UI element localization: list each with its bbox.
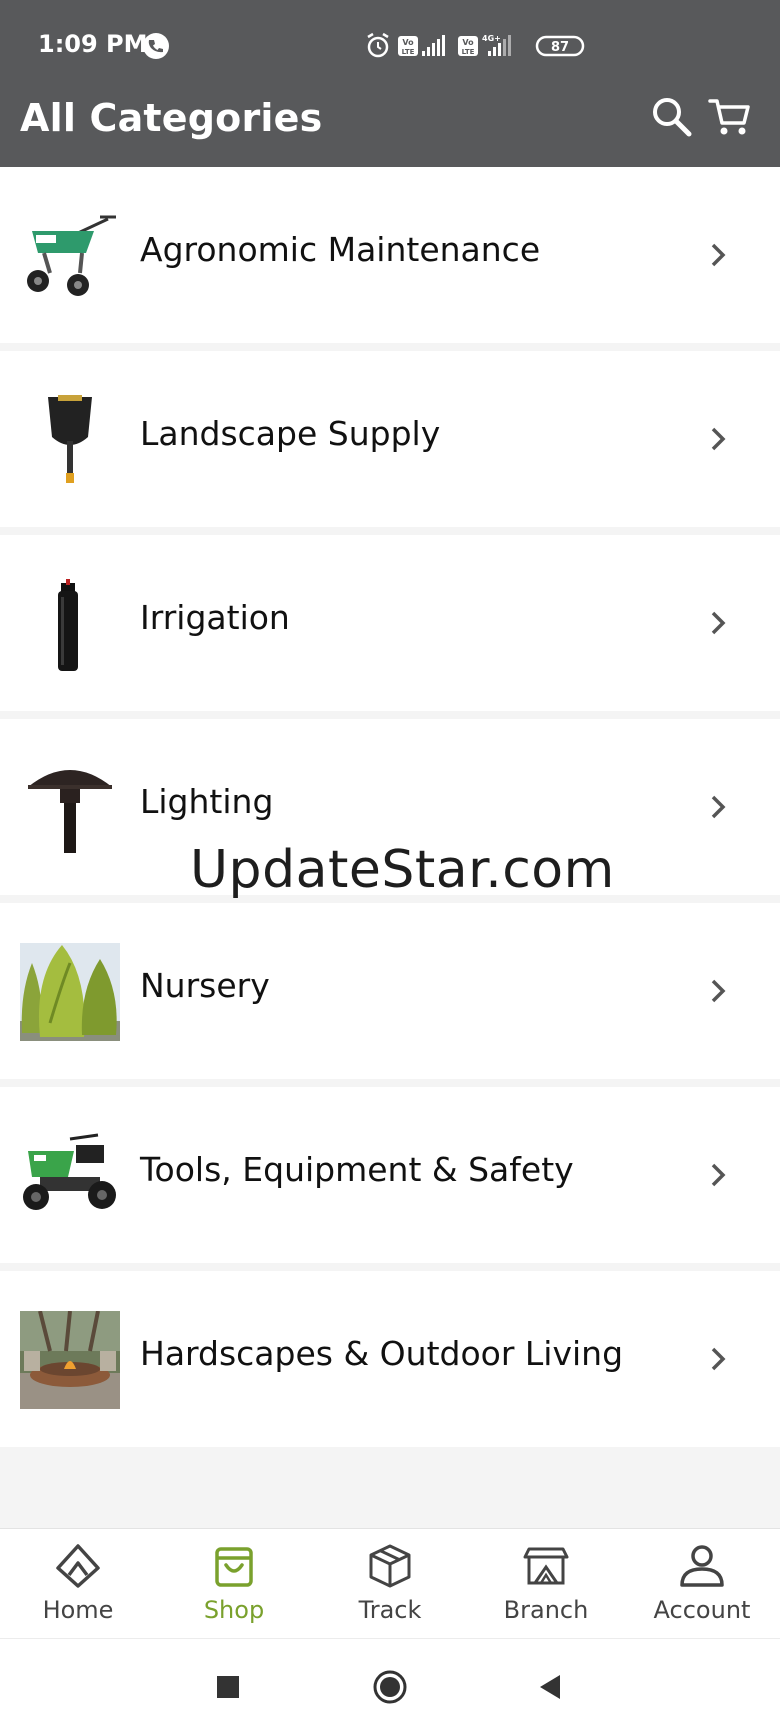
svg-text:Vo: Vo [462,38,474,47]
category-row-agronomic-maintenance[interactable]: Agronomic Maintenance [0,167,780,343]
nav-shop[interactable]: Shop [156,1529,312,1639]
phone-call-icon [143,33,169,59]
svg-text:87: 87 [551,40,569,55]
nav-label: Home [42,1596,114,1624]
status-time: 1:09 PM [38,30,148,58]
bottom-navigation: Home Shop Track Branch Account [0,1528,780,1639]
chevron-right-icon [711,795,726,819]
battery-icon: 87 [535,35,585,57]
back-triangle-icon[interactable] [532,1669,568,1705]
nav-label: Shop [203,1596,265,1624]
category-label: Tools, Equipment & Safety [140,1150,574,1189]
nav-branch[interactable]: Branch [468,1529,624,1639]
category-row-irrigation[interactable]: Irrigation [0,535,780,711]
chevron-right-icon [711,1163,726,1187]
system-status-icons: Vo LTE Vo LTE 4G+ 87 [367,32,585,58]
chevron-right-icon [711,243,726,267]
chevron-right-icon [711,979,726,1003]
category-label: Lighting [140,782,274,821]
chevron-right-icon [711,427,726,451]
chevron-right-icon [711,1347,726,1371]
home-icon [56,1544,100,1588]
chevron-right-icon [711,611,726,635]
svg-text:Vo: Vo [402,38,414,47]
category-label: Agronomic Maintenance [140,230,541,269]
arborvitae-photo [20,943,120,1041]
box-icon [369,1544,411,1588]
fire-pit-photo [20,1311,120,1409]
page-title: All Categories [20,96,323,140]
svg-text:LTE: LTE [462,48,475,56]
nav-label: Branch [503,1596,589,1624]
category-label: Hardscapes & Outdoor Living [140,1334,624,1373]
nav-label: Track [358,1596,422,1624]
user-icon [680,1545,724,1587]
category-label: Landscape Supply [140,414,441,453]
shovel-image [48,395,92,483]
svg-text:4G+: 4G+ [482,34,501,43]
system-navigation-bar [0,1638,780,1734]
category-label: Nursery [140,966,270,1005]
home-circle-icon[interactable] [372,1669,408,1705]
category-label: Irrigation [140,598,290,637]
nav-track[interactable]: Track [312,1529,468,1639]
ride-on-spreader-image [23,1133,116,1210]
category-row-tools-equipment-safety[interactable]: Tools, Equipment & Safety [0,1087,780,1263]
nav-label: Account [653,1596,751,1624]
app-header: 1:09 PM Vo LTE Vo LTE 4G+ 87 All Categor… [0,0,780,167]
category-row-landscape-supply[interactable]: Landscape Supply [0,351,780,527]
nav-account[interactable]: Account [624,1529,780,1639]
watermark-text: UpdateStar.com [190,840,615,900]
nav-home[interactable]: Home [0,1529,156,1639]
category-row-hardscapes-outdoor-living[interactable]: Hardscapes & Outdoor Living [0,1271,780,1447]
spreader-image [27,215,116,296]
recents-square-icon[interactable] [210,1669,246,1705]
branch-store-icon [523,1547,569,1585]
shopping-bag-icon [215,1547,253,1587]
cart-icon[interactable] [706,93,754,141]
status-bar: 1:09 PM Vo LTE Vo LTE 4G+ 87 [0,0,780,92]
search-icon[interactable] [648,93,696,141]
alarm-icon [367,32,389,58]
path-light-image [28,770,112,853]
svg-text:LTE: LTE [402,48,415,56]
sprinkler-head-image [58,579,78,671]
category-row-nursery[interactable]: Nursery [0,903,780,1079]
